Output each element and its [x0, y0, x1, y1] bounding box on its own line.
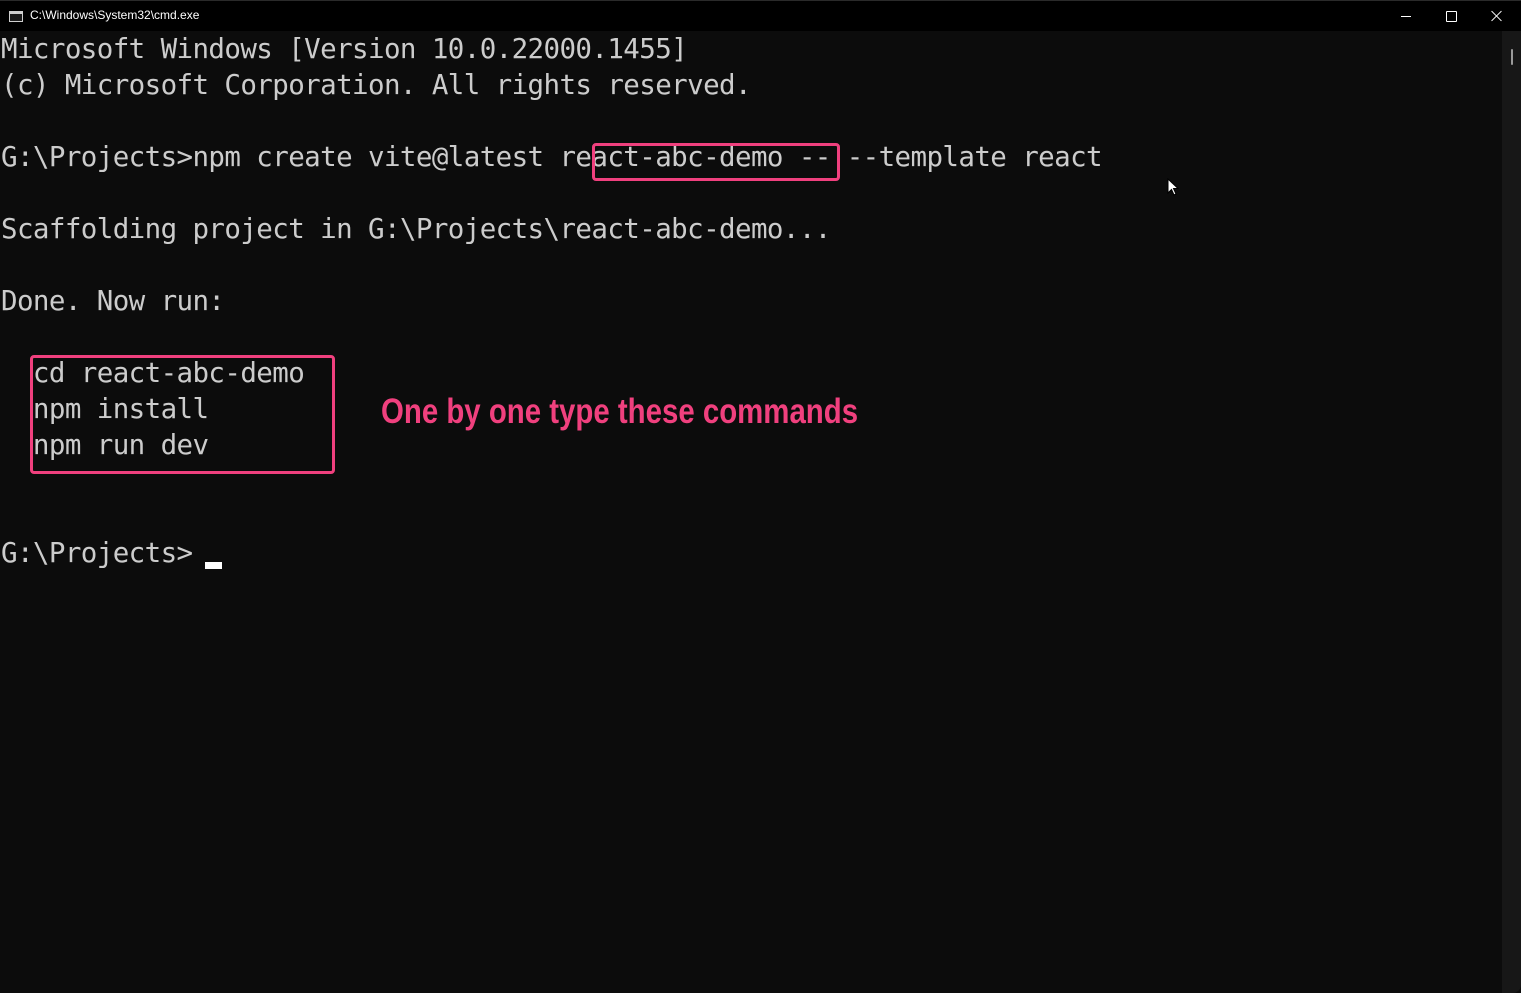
project-name-highlight: [592, 143, 840, 181]
minimize-button[interactable]: [1383, 1, 1429, 31]
maximize-icon: [1445, 10, 1457, 22]
console-line-scaffolding: Scaffolding project in G:\Projects\react…: [1, 213, 831, 245]
block-cursor: [205, 562, 222, 569]
close-button[interactable]: [1474, 1, 1520, 31]
commands-highlight-box: [30, 355, 335, 474]
title-bar[interactable]: C:\Windows\System32\cmd.exe: [0, 0, 1521, 31]
vertical-scrollbar[interactable]: [1502, 31, 1521, 993]
minimize-icon: [1401, 15, 1411, 17]
annotation-text: One by one type these commands: [381, 392, 859, 431]
window-title: C:\Windows\System32\cmd.exe: [30, 8, 200, 22]
console-line-create-command: G:\Projects>npm create vite@latest react…: [1, 141, 1103, 173]
scrollbar-thumb[interactable]: [1511, 49, 1513, 65]
console-prompt[interactable]: G:\Projects>: [1, 535, 193, 571]
console-line-done: Done. Now run:: [1, 285, 225, 317]
cmd-window: C:\Windows\System32\cmd.exe Microsoft Wi…: [0, 0, 1521, 993]
console-line-version: Microsoft Windows [Version 10.0.22000.14…: [1, 33, 688, 65]
cmd-app-icon[interactable]: [9, 11, 23, 22]
maximize-button[interactable]: [1428, 1, 1474, 31]
close-icon: [1491, 10, 1503, 22]
mouse-pointer-icon: [1167, 178, 1179, 196]
console-line-copyright: (c) Microsoft Corporation. All rights re…: [1, 69, 752, 101]
